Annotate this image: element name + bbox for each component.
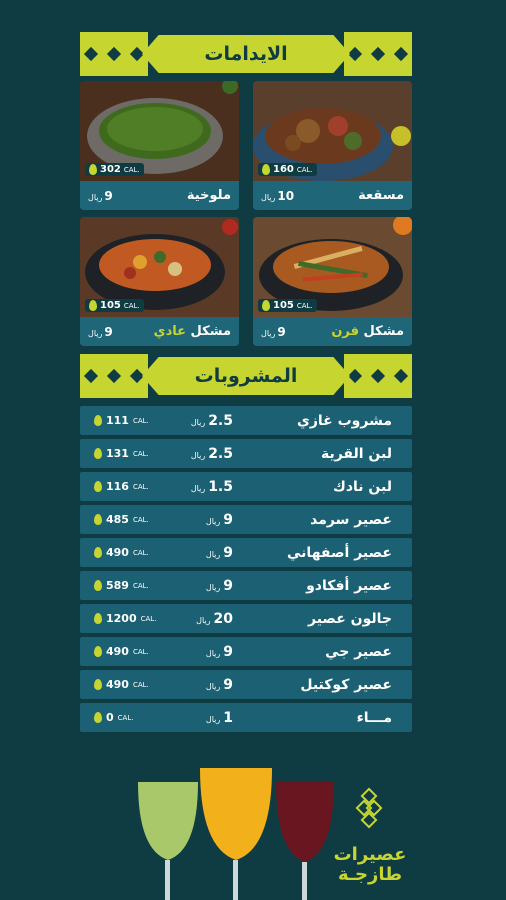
flame-icon xyxy=(94,580,102,591)
item-price: 9ريال xyxy=(88,188,113,203)
calorie-badge: 105 CAL. xyxy=(258,299,317,312)
flame-icon xyxy=(94,415,102,426)
list-item[interactable]: عصير أفكادو 9ريال 589 CAL. xyxy=(80,571,412,600)
flame-icon xyxy=(94,481,102,492)
fresh-juice-label: عصيرات طازجـة xyxy=(333,844,407,885)
drink-calories: 111 CAL. xyxy=(94,414,164,427)
drink-name: مشروب غازي xyxy=(297,412,392,429)
flame-icon xyxy=(94,712,102,723)
drink-calories: 490 CAL. xyxy=(94,645,164,658)
drink-name: لبن القرية xyxy=(320,445,392,462)
item-name: مشكل عادي xyxy=(153,324,231,339)
drink-price: 9ريال xyxy=(205,643,233,660)
menu-card-musakaa[interactable]: 160 CAL. مسقعة 10ريال xyxy=(253,81,412,210)
drink-name: عصير سرمد xyxy=(310,511,392,528)
calorie-badge: 160 CAL. xyxy=(258,163,317,176)
drink-calories: 131 CAL. xyxy=(94,447,164,460)
flame-icon xyxy=(94,448,102,459)
list-item[interactable]: عصير أصفهاني 9ريال 490 CAL. xyxy=(80,538,412,567)
calorie-badge: 105 CAL. xyxy=(85,299,144,312)
list-item[interactable]: عصير جي 9ريال 490 CAL. xyxy=(80,637,412,666)
flame-icon xyxy=(94,613,102,624)
list-item[interactable]: لبن القرية 2.5ريال 131 CAL. xyxy=(80,439,412,468)
diamond-pattern-icon xyxy=(80,32,148,76)
diamond-pattern-icon xyxy=(355,787,383,830)
diamond-pattern-icon xyxy=(344,32,412,76)
item-name: مسقعة xyxy=(358,188,404,203)
drink-name: عصير جي xyxy=(325,643,392,660)
menu-card-molokhia[interactable]: 302 CAL. ملوخية 9ريال xyxy=(80,81,239,210)
list-item[interactable]: مـــاء 1ريال 0 CAL. xyxy=(80,703,412,732)
drink-calories: 490 CAL. xyxy=(94,546,164,559)
drinks-list: مشروب غازي 2.5ريال 111 CAL. لبن القرية 2.5ري… xyxy=(80,406,412,736)
mains-section-title: الايدامات xyxy=(142,35,350,73)
mains-section-header: الايدامات xyxy=(80,32,412,76)
list-item[interactable]: عصير سرمد 9ريال 485 CAL. xyxy=(80,505,412,534)
flame-icon xyxy=(262,164,270,175)
drink-price: 20ريال xyxy=(196,610,233,627)
flame-icon xyxy=(94,679,102,690)
drink-price: 9ريال xyxy=(205,676,233,693)
diamond-pattern-icon xyxy=(344,354,412,398)
drink-calories: 485 CAL. xyxy=(94,513,164,526)
drinks-section-header: المشروبات xyxy=(80,354,412,398)
drink-price: 1.5ريال xyxy=(190,478,233,495)
flame-icon xyxy=(262,300,270,311)
flame-icon xyxy=(94,547,102,558)
diamond-pattern-icon xyxy=(80,354,148,398)
item-price: 10ريال xyxy=(261,188,295,203)
drink-name: عصير أفكادو xyxy=(306,577,392,594)
drink-name: عصير كوكتيل xyxy=(300,676,392,693)
drink-calories: 490 CAL. xyxy=(94,678,164,691)
list-item[interactable]: عصير كوكتيل 9ريال 490 CAL. xyxy=(80,670,412,699)
flame-icon xyxy=(94,514,102,525)
drink-price: 9ريال xyxy=(205,544,233,561)
drink-price: 2.5ريال xyxy=(190,412,233,429)
drink-price: 1ريال xyxy=(205,709,233,726)
drinks-section-title: المشروبات xyxy=(142,357,350,395)
drink-calories: 589 CAL. xyxy=(94,579,164,592)
drink-calories: 116 CAL. xyxy=(94,480,164,493)
list-item[interactable]: مشروب غازي 2.5ريال 111 CAL. xyxy=(80,406,412,435)
item-name: ملوخية xyxy=(186,188,231,203)
flame-icon xyxy=(94,646,102,657)
drink-calories: 0 CAL. xyxy=(94,711,164,724)
calorie-badge: 302 CAL. xyxy=(85,163,144,176)
drink-name: عصير أصفهاني xyxy=(287,544,392,561)
item-price: 9ريال xyxy=(88,324,113,339)
list-item[interactable]: جالون عصير 20ريال 1200 CAL. xyxy=(80,604,412,633)
drink-price: 9ريال xyxy=(205,577,233,594)
drink-name: مـــاء xyxy=(356,709,392,726)
item-price: 9ريال xyxy=(261,324,286,339)
item-name: مشكل فرن xyxy=(331,324,404,339)
list-item[interactable]: لبن نادك 1.5ريال 116 CAL. xyxy=(80,472,412,501)
flame-icon xyxy=(89,300,97,311)
flame-icon xyxy=(89,164,97,175)
drink-price: 2.5ريال xyxy=(190,445,233,462)
fresh-juice-promo: عصيرات طازجـة xyxy=(0,760,506,900)
drink-name: جالون عصير xyxy=(308,610,392,627)
drink-price: 9ريال xyxy=(205,511,233,528)
menu-card-mixed-oven[interactable]: 105 CAL. مشكل فرن 9ريال xyxy=(253,217,412,346)
menu-card-mixed-regular[interactable]: 105 CAL. مشكل عادي 9ريال xyxy=(80,217,239,346)
drink-name: لبن نادك xyxy=(333,478,392,495)
drink-calories: 1200 CAL. xyxy=(94,612,164,625)
